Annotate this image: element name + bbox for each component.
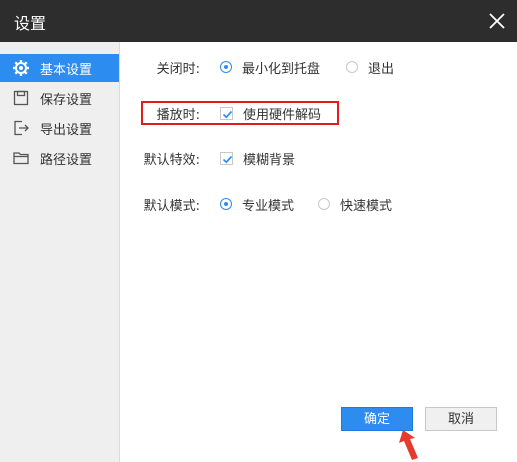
setting-row-mode: 默认模式: 专业模式 快速模式 [120, 193, 517, 215]
radio-unchecked[interactable] [346, 61, 358, 73]
sidebar-item-label: 基本设置 [40, 62, 93, 78]
title-bar: 设置 [0, 0, 517, 42]
check-icon [222, 155, 233, 163]
dialog-title: 设置 [14, 14, 47, 33]
sidebar-item-basic-settings[interactable]: 基本设置 [0, 54, 119, 82]
setting-row-effects: 默认特效: 模糊背景 [120, 147, 517, 169]
gear-icon [12, 59, 30, 77]
cancel-button[interactable]: 取消 [425, 407, 497, 431]
mode-label: 默认模式: [143, 198, 200, 214]
radio-checked[interactable] [220, 198, 232, 210]
effects-label: 默认特效: [143, 152, 200, 168]
checkbox-checked[interactable] [220, 151, 233, 165]
folder-icon [12, 149, 30, 167]
on-close-label: 关闭时: [156, 61, 200, 77]
radio-exit[interactable]: 退出 [346, 58, 394, 77]
save-icon [12, 89, 30, 107]
sidebar-item-label: 路径设置 [40, 152, 93, 168]
option-label: 快速模式 [340, 198, 393, 214]
export-icon [12, 119, 30, 137]
sidebar-item-label: 保存设置 [40, 92, 93, 108]
setting-row-on-close: 关闭时: 最小化到托盘 退出 [120, 56, 517, 78]
option-label: 退出 [368, 61, 395, 77]
settings-dialog: 设置 基本设置 保存设置 导出设置 路径设置 关闭时: 最小化到托盘 退出 播放… [0, 0, 517, 462]
option-label: 模糊背景 [243, 152, 296, 168]
sidebar-item-save-settings[interactable]: 保存设置 [0, 84, 119, 112]
radio-minimize-to-tray[interactable]: 最小化到托盘 [220, 58, 320, 77]
option-label: 专业模式 [242, 198, 295, 214]
sidebar: 基本设置 保存设置 导出设置 路径设置 [0, 42, 120, 462]
sidebar-item-export-settings[interactable]: 导出设置 [0, 114, 119, 142]
highlight-box [141, 101, 339, 125]
radio-unchecked[interactable] [318, 198, 330, 210]
sidebar-item-label: 导出设置 [40, 122, 93, 138]
close-icon[interactable] [485, 9, 509, 33]
radio-checked[interactable] [220, 61, 232, 73]
option-label: 最小化到托盘 [242, 61, 321, 77]
checkbox-blur-background[interactable]: 模糊背景 [220, 149, 295, 168]
annotation-arrow-icon [399, 430, 418, 460]
sidebar-item-path-settings[interactable]: 路径设置 [0, 144, 119, 172]
radio-pro-mode[interactable]: 专业模式 [220, 195, 294, 214]
radio-fast-mode[interactable]: 快速模式 [318, 195, 392, 214]
